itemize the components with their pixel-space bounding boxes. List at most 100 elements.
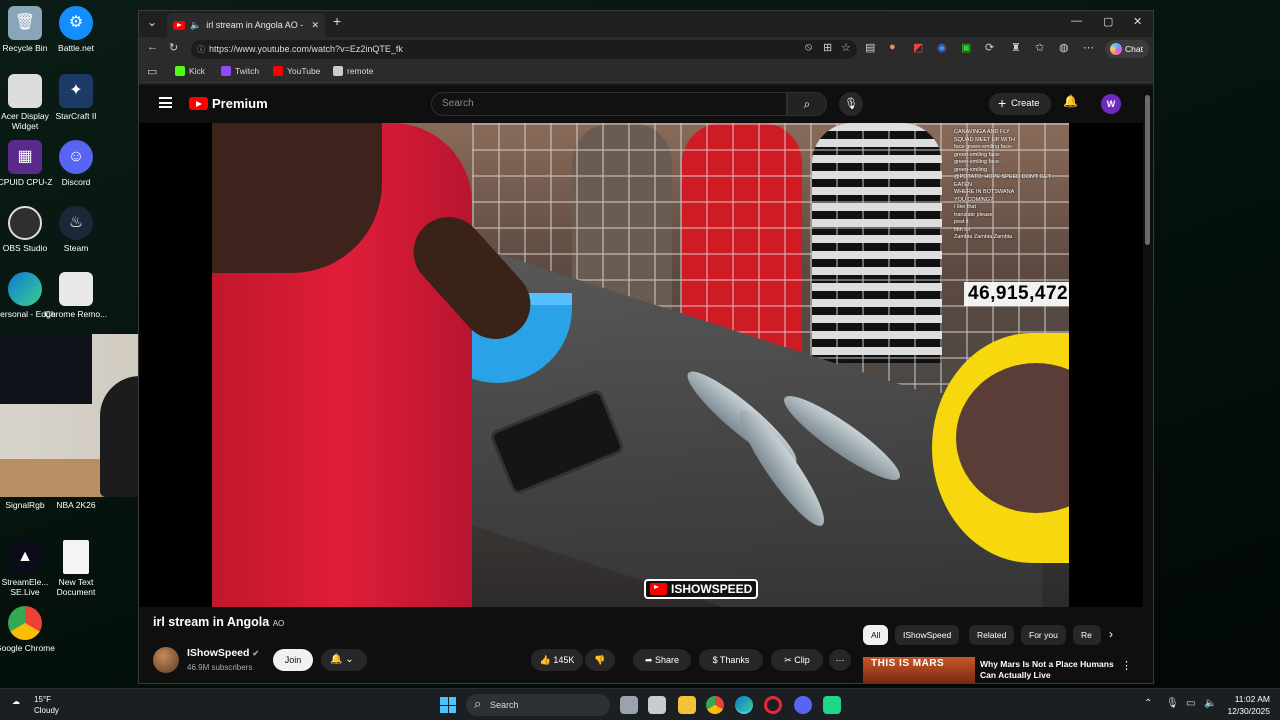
- video-frame: CANAVINGA AND FLY SQUAD MEET UP WITH fac…: [212, 123, 1069, 607]
- edge-taskbar-icon[interactable]: [735, 696, 753, 714]
- chip-related[interactable]: Related: [969, 625, 1015, 645]
- acer-widget-icon: [8, 74, 42, 108]
- taskbar-search[interactable]: Search: [466, 693, 610, 716]
- file-explorer-icon[interactable]: [678, 696, 696, 714]
- extension-icon[interactable]: ●: [889, 41, 896, 53]
- speaker-icon[interactable]: 🔈: [190, 20, 201, 31]
- favorite-remote[interactable]: remote: [333, 66, 373, 76]
- chip-for-you[interactable]: For you: [1021, 625, 1066, 645]
- opera-taskbar-icon[interactable]: [764, 696, 782, 714]
- search-input[interactable]: Search: [431, 92, 787, 116]
- search-icon: ⌕: [803, 97, 811, 111]
- remote-icon: [333, 66, 343, 76]
- chrome-taskbar-icon[interactable]: [706, 696, 724, 714]
- extension-icon[interactable]: ◩: [913, 41, 923, 54]
- favorite-kick[interactable]: Kick: [175, 66, 205, 76]
- desktop-icon-battlenet[interactable]: ⚙ Battle.net: [43, 6, 109, 53]
- desktop-icon-new-text-document[interactable]: New Text Document: [43, 540, 109, 597]
- favorite-youtube[interactable]: YouTube: [273, 66, 320, 76]
- desktop-icon-label: Battle.net: [58, 43, 94, 53]
- browser-window: ⌄ 🔈 irl stream in Angola AO - YouTube ✕ …: [138, 10, 1154, 684]
- video-player[interactable]: CANAVINGA AND FLY SQUAD MEET UP WITH fac…: [139, 123, 1143, 607]
- desktop-icon-label: Chrome Remo...: [44, 309, 108, 319]
- related-video-menu-icon[interactable]: ⋮: [1121, 659, 1132, 672]
- related-video-thumbnail[interactable]: THIS IS MARS: [863, 657, 975, 683]
- minimize-button[interactable]: —: [1071, 15, 1082, 27]
- discord-taskbar-icon[interactable]: [794, 696, 812, 714]
- system-clock[interactable]: 11:02 AM 12/30/2025: [1222, 693, 1270, 717]
- extension-icon[interactable]: ◉: [937, 41, 947, 54]
- menu-hamburger-icon[interactable]: [159, 97, 172, 108]
- virtual-desktop-icon[interactable]: [648, 696, 666, 714]
- url-field[interactable]: https://www.youtube.com/watch?v=Ez2inQTE…: [191, 40, 857, 59]
- network-icon[interactable]: ▭: [1186, 698, 1195, 709]
- no-tracking-icon[interactable]: ⦸: [805, 41, 812, 54]
- back-arrow-icon[interactable]: ←: [147, 41, 158, 53]
- thanks-button[interactable]: $ Thanks: [699, 649, 763, 671]
- related-video-title[interactable]: Why Mars Is Not a Place Humans Can Actua…: [980, 659, 1120, 681]
- notification-settings-button[interactable]: 🔔 ⌄: [321, 649, 367, 671]
- close-tab-icon[interactable]: ✕: [311, 20, 319, 31]
- desktop-icon-discord[interactable]: ☺ Discord: [43, 140, 109, 187]
- tab-actions-icon[interactable]: ▭: [147, 65, 157, 78]
- notifications-bell-icon[interactable]: 🔔: [1063, 94, 1078, 108]
- desktop-icon-steam[interactable]: ♨ Steam: [43, 206, 109, 253]
- volume-icon[interactable]: 🔈: [1204, 698, 1216, 709]
- desktop-icon-nba2k26[interactable]: NBA 2K26: [43, 500, 109, 510]
- favorite-twitch[interactable]: Twitch: [221, 66, 259, 76]
- split-screen-icon[interactable]: ⊞: [823, 41, 832, 54]
- more-actions-button[interactable]: ⋯: [829, 649, 851, 671]
- start-button[interactable]: [440, 697, 456, 713]
- extension-icon[interactable]: ▣: [961, 41, 971, 54]
- refresh-icon[interactable]: ↻: [169, 41, 178, 54]
- tab-title: irl stream in Angola AO - YouTube: [206, 20, 306, 30]
- favorite-star-icon[interactable]: ☆: [841, 41, 851, 54]
- desktop-icon-google-chrome[interactable]: Google Chrome: [0, 606, 58, 653]
- youtube-premium-logo[interactable]: Premium: [189, 96, 268, 111]
- chip-all[interactable]: All: [863, 625, 889, 645]
- verified-check-icon: ✔: [252, 649, 260, 658]
- scissors-icon: ✂: [784, 655, 792, 665]
- weather-widget[interactable]: ☁ 15°F Cloudy: [12, 694, 59, 716]
- show-hidden-icons-chevron[interactable]: ⌃: [1144, 698, 1152, 709]
- desktop-icon-chrome-remote[interactable]: Chrome Remo...: [43, 272, 109, 319]
- profile-avatar-icon[interactable]: ◍: [1059, 41, 1069, 54]
- chip-ishowspeed[interactable]: IShowSpeed: [895, 625, 960, 645]
- search-button[interactable]: ⌕: [787, 92, 827, 116]
- copilot-chat-button[interactable]: Chat: [1105, 40, 1149, 58]
- account-avatar[interactable]: W: [1101, 94, 1121, 114]
- like-button[interactable]: 👍 145K: [531, 649, 583, 671]
- task-view-icon[interactable]: [620, 696, 638, 714]
- dislike-button[interactable]: 👎: [585, 649, 615, 671]
- tab-list-chevron-icon[interactable]: ⌄: [147, 15, 157, 29]
- desktop-icon-starcraft[interactable]: ✦ StarCraft II: [43, 74, 109, 121]
- extension-icon[interactable]: ⟳: [985, 41, 994, 54]
- favorites-icon[interactable]: ✩: [1035, 41, 1044, 54]
- microphone-tray-icon[interactable]: 🎙: [1166, 698, 1179, 709]
- maximize-button[interactable]: ▢: [1103, 15, 1113, 28]
- chips-next-chevron-icon[interactable]: ›: [1109, 627, 1113, 641]
- more-menu-icon[interactable]: ⋯: [1083, 41, 1094, 54]
- share-icon: ➦: [644, 655, 653, 665]
- create-button[interactable]: Create: [989, 92, 1051, 115]
- channel-name[interactable]: IShowSpeed ✔: [187, 647, 259, 659]
- cpuz-icon: ▦: [8, 140, 42, 174]
- desktop-icon-label: NBA 2K26: [56, 500, 96, 510]
- extensions-puzzle-icon[interactable]: ♜: [1011, 41, 1021, 54]
- clip-button[interactable]: ✂ Clip: [771, 649, 823, 671]
- desktop-icon-label: Steam: [63, 243, 89, 253]
- share-button[interactable]: ➦ Share: [633, 649, 691, 671]
- channel-avatar[interactable]: [153, 647, 179, 673]
- page-scrollbar[interactable]: [1144, 85, 1152, 683]
- edge-icon: [8, 272, 42, 306]
- chip-recent[interactable]: Re: [1073, 625, 1101, 645]
- tab-youtube[interactable]: 🔈 irl stream in Angola AO - YouTube ✕: [167, 13, 325, 37]
- collections-icon[interactable]: ▤: [865, 41, 875, 54]
- bell-icon: 🔔: [330, 654, 343, 665]
- app-taskbar-icon[interactable]: [823, 696, 841, 714]
- voice-search-button[interactable]: 🎙: [839, 92, 863, 116]
- join-button[interactable]: Join: [273, 649, 313, 671]
- kick-icon: [175, 66, 185, 76]
- new-tab-button[interactable]: +: [333, 13, 341, 29]
- close-window-button[interactable]: ✕: [1133, 15, 1142, 28]
